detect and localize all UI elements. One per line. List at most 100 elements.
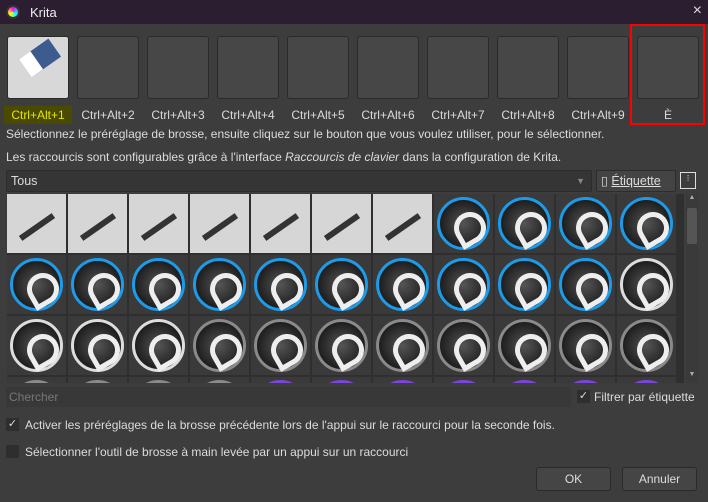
brush-preset[interactable] — [68, 255, 127, 314]
preset-slot[interactable] — [287, 36, 349, 99]
scrollbar[interactable]: ▲ ▼ — [686, 194, 698, 383]
info-pre: Les raccourcis sont configurables grâce … — [6, 150, 286, 164]
brush-preset[interactable] — [617, 194, 676, 253]
brush-preset-pen[interactable] — [7, 194, 66, 253]
ok-button[interactable]: OK — [536, 467, 611, 491]
brush-preset[interactable] — [373, 255, 432, 314]
brush-preset[interactable] — [495, 255, 554, 314]
brush-preset[interactable] — [68, 316, 127, 375]
brush-preset[interactable] — [129, 316, 188, 375]
filter-by-tag-checkbox[interactable]: ✓ — [577, 390, 590, 403]
brush-stroke-icon — [376, 258, 429, 311]
brush-stroke-icon — [71, 258, 124, 311]
close-icon[interactable]: × — [693, 2, 702, 20]
preset-slot[interactable] — [567, 36, 629, 99]
brush-preset[interactable] — [617, 255, 676, 314]
brush-preset-pen[interactable] — [312, 194, 371, 253]
brush-preset[interactable] — [495, 377, 554, 383]
brush-preset[interactable] — [495, 316, 554, 375]
brush-preset[interactable] — [495, 194, 554, 253]
brush-stroke-icon — [132, 380, 185, 383]
tag-combo[interactable]: Tous ▼ — [6, 170, 592, 192]
brush-stroke-icon — [71, 319, 124, 372]
brush-preset-pen[interactable] — [68, 194, 127, 253]
brush-preset[interactable] — [129, 377, 188, 383]
brush-preset[interactable] — [556, 255, 615, 314]
brush-preset[interactable] — [251, 377, 310, 383]
eraser-icon — [18, 38, 62, 78]
brush-preset[interactable] — [190, 316, 249, 375]
brush-stroke-icon — [437, 258, 490, 311]
brush-preset[interactable] — [190, 377, 249, 383]
info-post: dans la configuration de Krita. — [399, 150, 562, 164]
brush-preset[interactable] — [7, 377, 66, 383]
scroll-thumb[interactable] — [687, 208, 697, 244]
scroll-down-icon[interactable]: ▼ — [686, 371, 698, 383]
select-freehand-checkbox[interactable] — [6, 445, 19, 458]
brush-stroke-icon — [132, 258, 185, 311]
brush-preset-pen[interactable] — [190, 194, 249, 253]
brush-preset[interactable] — [434, 377, 493, 383]
brush-stroke-icon — [376, 380, 429, 383]
brush-stroke-icon — [498, 380, 551, 383]
brush-preset[interactable] — [129, 255, 188, 314]
brush-preset[interactable] — [556, 316, 615, 375]
brush-preset[interactable] — [7, 255, 66, 314]
brush-stroke-icon — [437, 197, 490, 250]
brush-stroke-icon — [620, 258, 673, 311]
select-freehand-label: Sélectionner l'outil de brosse à main le… — [25, 445, 409, 459]
brush-preset[interactable] — [190, 255, 249, 314]
filter-by-tag-label: Filtrer par étiquette — [594, 390, 695, 404]
brush-preset[interactable] — [434, 255, 493, 314]
brush-stroke-icon — [620, 380, 673, 383]
brush-stroke-icon — [498, 258, 551, 311]
menu-icon[interactable]: ⁝ — [680, 172, 696, 189]
brush-preset-pen[interactable] — [251, 194, 310, 253]
brush-preset-pen[interactable] — [373, 194, 432, 253]
activate-previous-checkbox[interactable]: ✓ — [6, 418, 19, 431]
brush-stroke-icon — [10, 258, 63, 311]
brush-preset[interactable] — [312, 255, 371, 314]
brush-preset[interactable] — [251, 316, 310, 375]
brush-preset[interactable] — [556, 377, 615, 383]
preset-slot[interactable] — [147, 36, 209, 99]
brush-preset[interactable] — [373, 316, 432, 375]
preset-slot[interactable] — [427, 36, 489, 99]
brush-preset[interactable] — [434, 316, 493, 375]
brush-preset-pen[interactable] — [129, 194, 188, 253]
brush-preset[interactable] — [617, 316, 676, 375]
preset-slot[interactable] — [217, 36, 279, 99]
brush-stroke-icon — [254, 380, 307, 383]
brush-preset[interactable] — [312, 316, 371, 375]
brush-stroke-icon — [315, 380, 368, 383]
brush-stroke-icon — [559, 380, 612, 383]
brush-preset[interactable] — [7, 316, 66, 375]
brush-preset[interactable] — [617, 377, 676, 383]
brush-preset[interactable] — [251, 255, 310, 314]
tag-button[interactable]: ▯ Étiquette — [596, 170, 676, 192]
preset-slot[interactable] — [497, 36, 559, 99]
preset-shortcut-label: Ctrl+Alt+1 — [4, 106, 72, 124]
brush-stroke-icon — [10, 380, 63, 383]
brush-preset[interactable] — [556, 194, 615, 253]
brush-stroke-icon — [376, 319, 429, 372]
brush-preset[interactable] — [373, 377, 432, 383]
brush-stroke-icon — [315, 258, 368, 311]
preset-shortcut-label: Ctrl+Alt+9 — [571, 108, 625, 122]
search-input[interactable]: Chercher — [6, 387, 571, 407]
brush-preset[interactable] — [68, 377, 127, 383]
brush-stroke-icon — [10, 319, 63, 372]
preset-slot[interactable] — [357, 36, 419, 99]
preset-slot[interactable] — [7, 36, 69, 99]
preset-slot[interactable] — [77, 36, 139, 99]
brush-stroke-icon — [620, 197, 673, 250]
brush-stroke-icon — [71, 380, 124, 383]
brush-stroke-icon — [559, 258, 612, 311]
window-title: Krita — [30, 4, 57, 20]
tag-button-label: Étiquette — [611, 174, 661, 188]
cancel-button[interactable]: Annuler — [622, 467, 697, 491]
brush-preset[interactable] — [312, 377, 371, 383]
brush-preset[interactable] — [434, 194, 493, 253]
brush-stroke-icon — [559, 319, 612, 372]
scroll-up-icon[interactable]: ▲ — [686, 194, 698, 206]
